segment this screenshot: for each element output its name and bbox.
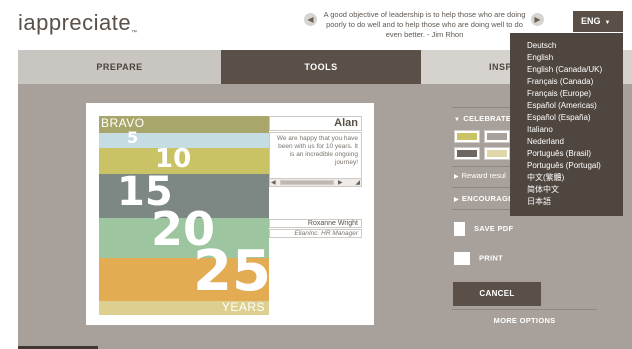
caret-right-icon: ▶ (454, 174, 459, 180)
art-number-5: 5 (127, 128, 139, 147)
section-encourage-label: ENCOURAGE (461, 194, 514, 203)
scroll-right-icon[interactable]: ▶ (338, 179, 343, 186)
language-option-chinese-traditional[interactable]: 中文(繁體) (510, 172, 623, 184)
art-years-label: YEARS (221, 300, 265, 314)
language-option-portugues-portugal[interactable]: Português (Portugal) (510, 160, 623, 172)
quote-next-button[interactable]: ▶ (531, 13, 544, 26)
language-option-japanese[interactable]: 日本語 (510, 196, 623, 208)
language-option-italiano[interactable]: Italiano (510, 124, 623, 136)
language-option-portugues-brasil[interactable]: Português (Brasil) (510, 148, 623, 160)
card-design-thumbnail[interactable] (454, 130, 480, 143)
language-label: ENG (581, 16, 601, 26)
section-celebrate[interactable]: ▼ CELEBRATE (454, 114, 511, 123)
message-scrollbar[interactable]: ◀ ▶ ◢ (269, 178, 362, 187)
language-option-espanol-espana[interactable]: Español (España) (510, 112, 623, 124)
leadership-quote: A good objective of leadership is to hel… (323, 10, 526, 39)
ecard-preview: BRAVO 5 10 15 20 25 YEARS Alan We are ha… (86, 103, 374, 325)
quote-prev-button[interactable]: ◀ (304, 13, 317, 26)
tab-tools[interactable]: TOOLS (221, 50, 421, 84)
print-label: PRINT (479, 253, 503, 263)
language-selector-button[interactable]: ENG ▼ (573, 11, 623, 32)
more-options-button[interactable]: MORE OPTIONS (452, 316, 597, 325)
language-option-deutsch[interactable]: Deutsch (510, 40, 623, 52)
language-option-english-canada-uk[interactable]: English (Canada/UK) (510, 64, 623, 76)
language-dropdown: Deutsch English English (Canada/UK) Fran… (510, 33, 623, 216)
section-reward-label: Reward resul (461, 171, 506, 180)
language-option-nederland[interactable]: Nederland (510, 136, 623, 148)
section-encourage[interactable]: ▶ ENCOURAGE (454, 194, 513, 203)
caret-down-icon: ▼ (454, 117, 461, 123)
scrollbar-thumb[interactable] (280, 180, 334, 185)
logo-trademark: ™ (131, 30, 138, 36)
recipient-name-field[interactable]: Alan (269, 116, 362, 131)
caret-down-icon: ▼ (604, 20, 611, 26)
page: iappreciate™ ◀ A good objective of leade… (0, 0, 632, 349)
document-icon (454, 222, 465, 236)
cancel-button[interactable]: CANCEL (453, 282, 541, 306)
signer-title-field[interactable]: ElianInc. HR Manager (269, 229, 362, 238)
card-design-thumbnail[interactable] (484, 130, 510, 143)
save-pdf-label: SAVE PDF (474, 223, 514, 233)
language-option-espanol-americas[interactable]: Español (Americas) (510, 100, 623, 112)
language-option-chinese-simplified[interactable]: 简体中文 (510, 184, 623, 196)
app-logo[interactable]: iappreciate™ (18, 10, 138, 36)
print-button[interactable]: PRINT (454, 252, 503, 265)
chevron-left-icon: ◀ (307, 15, 314, 24)
section-reward-results[interactable]: ▶ Reward resul (454, 171, 506, 180)
art-number-25: 25 (193, 239, 269, 304)
caret-right-icon: ▶ (454, 197, 459, 203)
divider (452, 309, 597, 310)
resize-grip-icon[interactable]: ◢ (355, 179, 360, 186)
anniversary-artwork: BRAVO 5 10 15 20 25 YEARS (99, 116, 269, 315)
language-option-francais-canada[interactable]: Français (Canada) (510, 76, 623, 88)
scroll-left-icon[interactable]: ◀ (271, 179, 276, 186)
chevron-right-icon: ▶ (534, 15, 541, 24)
language-option-francais-europe[interactable]: Français (Europe) (510, 88, 623, 100)
section-celebrate-label: CELEBRATE (463, 114, 512, 123)
card-design-thumbnail[interactable] (454, 147, 480, 160)
tab-prepare[interactable]: PREPARE (18, 50, 221, 84)
card-design-thumbnail[interactable] (484, 147, 510, 160)
signer-name-field[interactable]: Roxanne Wright (269, 219, 362, 228)
printer-icon (454, 252, 470, 265)
save-pdf-button[interactable]: SAVE PDF (454, 222, 513, 236)
art-bravo-label: BRAVO (101, 116, 145, 130)
language-option-english[interactable]: English (510, 52, 623, 64)
logo-text: iappreciate (18, 10, 132, 35)
